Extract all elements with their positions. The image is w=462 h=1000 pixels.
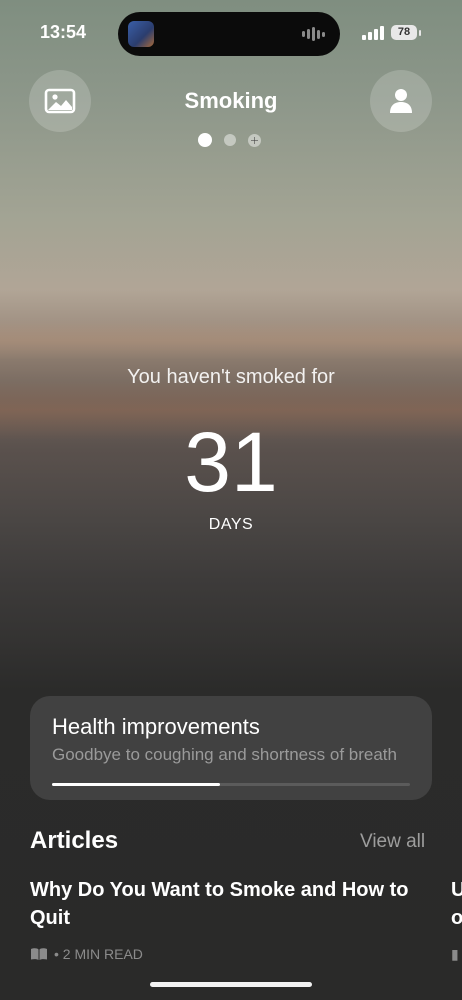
home-indicator[interactable] <box>150 982 312 987</box>
battery-icon: 78 <box>391 25 417 40</box>
profile-button[interactable] <box>370 70 432 132</box>
cellular-signal-icon <box>362 26 384 40</box>
article-card[interactable]: Why Do You Want to Smoke and How to Quit… <box>30 876 430 962</box>
battery-tip <box>419 30 421 36</box>
card-title: Health improvements <box>52 714 260 739</box>
page-indicator[interactable] <box>198 133 268 147</box>
card-subtitle: Goodbye to coughing and shortness of bre… <box>52 745 397 764</box>
dynamic-island[interactable] <box>118 12 340 56</box>
days-unit-label: DAYS <box>208 516 254 533</box>
view-all-link[interactable]: View all <box>360 831 425 853</box>
sky-haze <box>0 320 462 360</box>
health-progress-fill <box>52 783 221 786</box>
health-improvements-card[interactable]: Health improvements Goodbye to coughing … <box>30 696 432 800</box>
article-read-time: • 2 MIN READ <box>54 946 143 962</box>
article-title: Uo <box>451 879 462 929</box>
person-icon <box>390 89 412 113</box>
counter-subtitle: You haven't smoked for <box>127 366 335 388</box>
article-title: Why Do You Want to Smoke and How to Quit <box>30 879 409 929</box>
articles-heading: Articles <box>30 827 119 854</box>
now-playing-artwork-icon <box>128 21 154 47</box>
status-bar: 13:54 78 <box>0 0 462 66</box>
days-count: 31 <box>184 415 278 509</box>
article-card[interactable]: Uo ▮ <box>451 876 462 963</box>
audio-waveform-icon <box>302 27 326 41</box>
status-time: 13:54 <box>40 22 87 42</box>
book-icon <box>31 948 47 960</box>
article-meta: ▮ <box>451 946 459 962</box>
article-meta: • 2 MIN READ <box>30 946 430 962</box>
add-page-dot-icon[interactable] <box>248 134 261 147</box>
page-dot-active[interactable] <box>198 133 212 147</box>
health-progress-bar <box>52 783 410 786</box>
page-dot[interactable] <box>224 134 236 146</box>
